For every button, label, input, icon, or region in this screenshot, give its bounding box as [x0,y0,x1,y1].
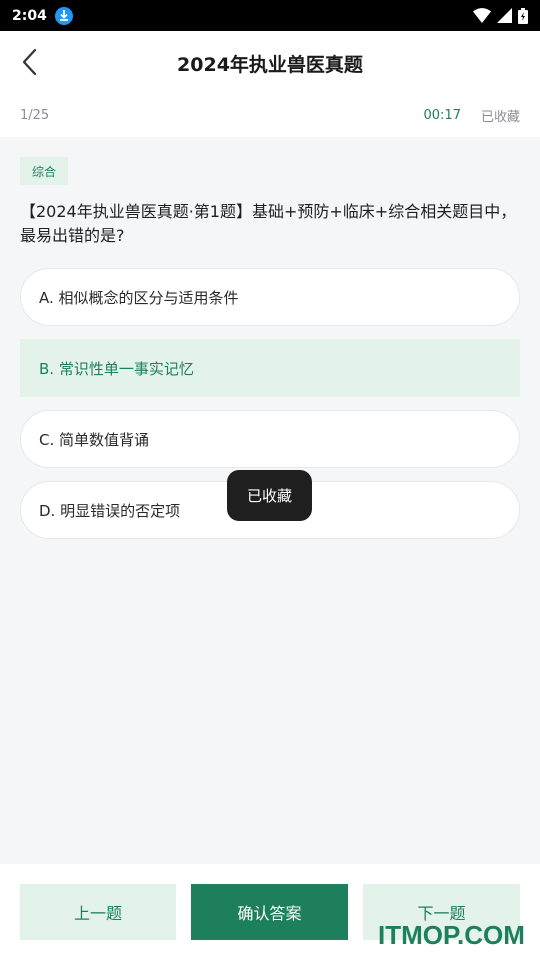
prev-question-button[interactable]: 上一题 [20,884,176,940]
battery-icon [518,7,528,24]
app-header: 2024年执业兽医真题 [0,31,540,93]
page-title: 2024年执业兽医真题 [177,54,363,76]
timer: 00:17 [423,107,461,123]
option-c[interactable]: C. 简单数值背诵 [20,410,520,468]
question-text: 【2024年执业兽医真题·第1题】基础+预防+临床+综合相关题目中，最易出错的是… [20,202,517,245]
status-icons [473,7,528,24]
question-progress: 1/25 [20,107,50,123]
wifi-icon [473,8,491,23]
status-bar: 2:04 [0,0,540,31]
option-label: C. 简单数值背诵 [39,430,150,449]
toast-message: 已收藏 [227,470,312,521]
watermark: ITMOP.COM [378,920,525,950]
signal-icon [497,8,512,23]
option-b[interactable]: B. 常识性单一事实记忆 [20,339,520,397]
download-icon [54,6,73,25]
option-a[interactable]: A. 相似概念的区分与适用条件 [20,268,520,326]
confirm-answer-button[interactable]: 确认答案 [191,884,348,940]
category-tag: 综合 [20,157,69,185]
option-label: D. 明显错误的否定项 [39,501,181,520]
option-label: B. 常识性单一事实记忆 [39,359,194,378]
status-time: 2:04 [12,7,47,24]
option-label: A. 相似概念的区分与适用条件 [39,288,239,307]
favorite-button[interactable]: 已收藏 [481,106,520,125]
info-bar: 1/25 00:17 已收藏 [0,93,540,137]
